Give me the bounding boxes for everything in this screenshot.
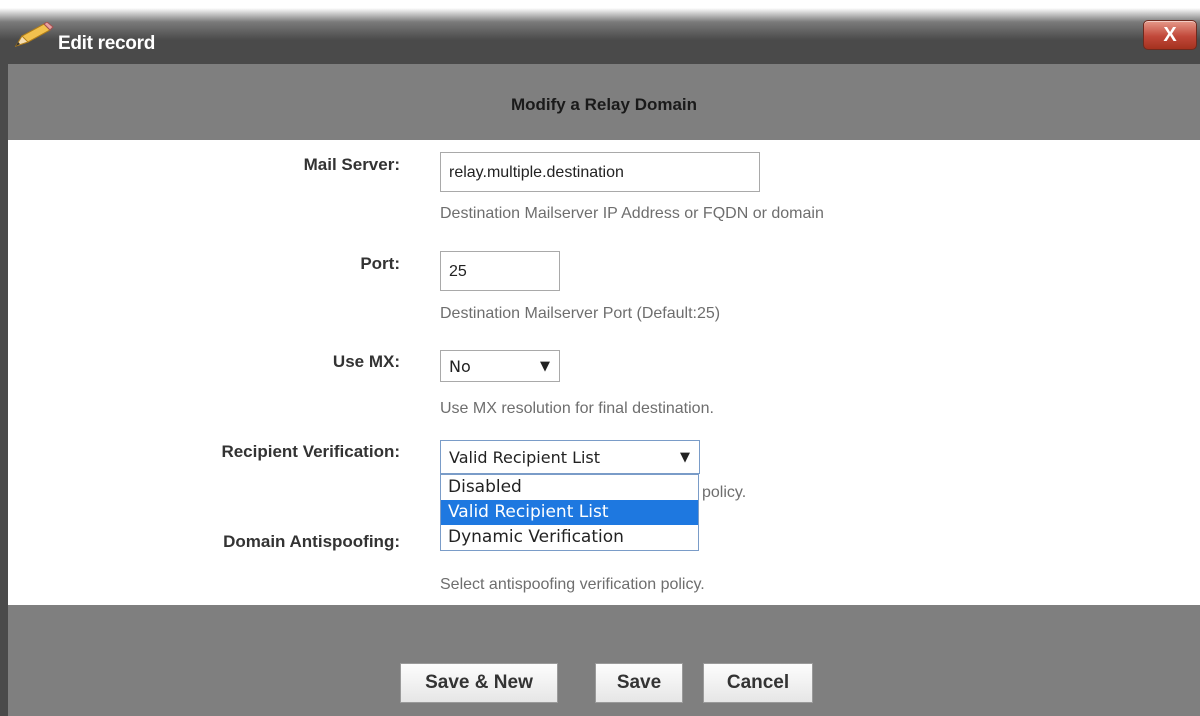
dialog-titlebar[interactable]: Edit record X xyxy=(0,0,1200,64)
recipient-verification-select[interactable]: Valid Recipient List ▼ xyxy=(440,440,700,474)
form-header: Modify a Relay Domain xyxy=(8,64,1200,140)
form-heading: Modify a Relay Domain xyxy=(510,95,698,114)
port-label: Port: xyxy=(360,254,400,273)
form-body: Mail Server: relay.multiple.destination … xyxy=(8,140,1200,605)
mail-server-hint: Destination Mailserver IP Address or FQD… xyxy=(440,205,824,222)
dropdown-option-dynamic-verification[interactable]: Dynamic Verification xyxy=(441,525,698,550)
recipient-verification-selected-value: Valid Recipient List xyxy=(449,448,601,467)
cancel-button[interactable]: Cancel xyxy=(703,663,813,703)
pencil-icon xyxy=(14,22,54,47)
recipient-verification-hint-end: policy. xyxy=(702,484,747,501)
dropdown-option-valid-recipient-list[interactable]: Valid Recipient List xyxy=(441,500,698,525)
use-mx-label: Use MX: xyxy=(332,352,400,371)
mail-server-input[interactable]: relay.multiple.destination xyxy=(440,152,760,192)
edit-record-dialog: Edit record X Modify a Relay Domain Mail… xyxy=(0,0,1200,716)
dialog-title: Edit record xyxy=(58,33,155,54)
domain-antispoofing-hint: Select antispoofing verification policy. xyxy=(440,576,705,593)
dropdown-arrow-icon: ▼ xyxy=(540,359,550,374)
save-and-new-button[interactable]: Save & New xyxy=(400,663,558,703)
domain-antispoofing-label: Domain Antispoofing: xyxy=(223,532,400,551)
recipient-verification-dropdown-list: Disabled Valid Recipient List Dynamic Ve… xyxy=(440,474,699,551)
close-button[interactable]: X xyxy=(1143,20,1197,50)
port-input[interactable]: 25 xyxy=(440,251,560,291)
port-hint: Destination Mailserver Port (Default:25) xyxy=(440,305,721,322)
recipient-verification-label: Recipient Verification: xyxy=(221,442,400,461)
use-mx-selected-value: No xyxy=(449,357,471,376)
mail-server-label: Mail Server: xyxy=(303,155,400,174)
dialog-left-border xyxy=(0,64,8,716)
use-mx-select[interactable]: No ▼ xyxy=(440,350,560,382)
dropdown-arrow-icon: ▼ xyxy=(680,450,690,465)
use-mx-hint: Use MX resolution for final destination. xyxy=(440,400,714,417)
save-button[interactable]: Save xyxy=(595,663,683,703)
dropdown-option-disabled[interactable]: Disabled xyxy=(441,475,698,500)
dialog-footer: Save & New Save Cancel xyxy=(8,605,1200,716)
close-icon: X xyxy=(1163,24,1177,46)
